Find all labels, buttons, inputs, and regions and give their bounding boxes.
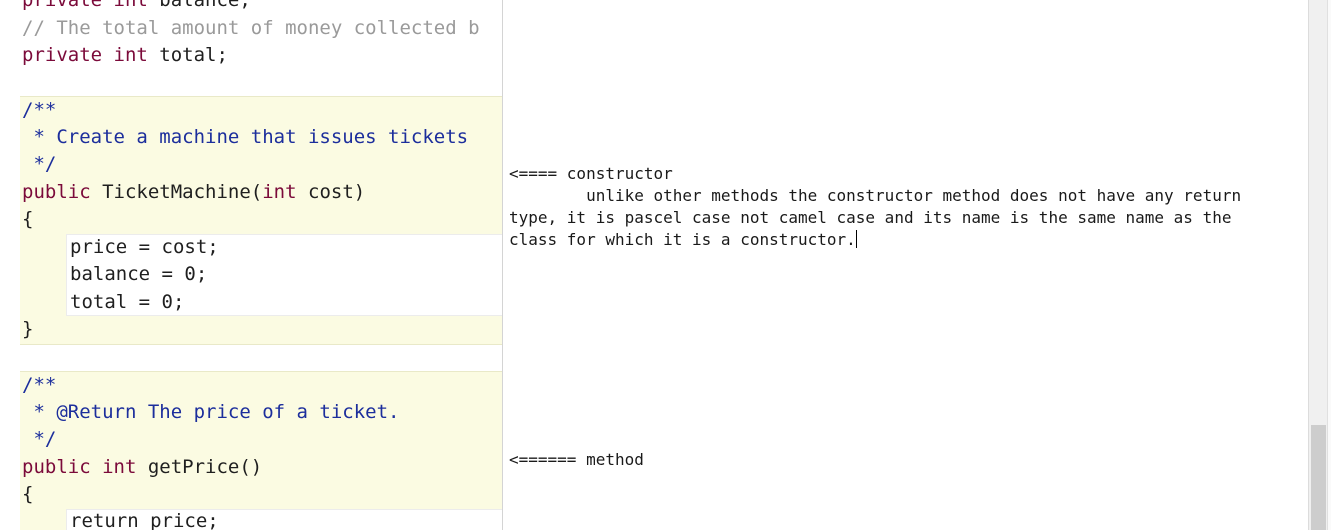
code-text: TicketMachine( — [90, 181, 263, 203]
getprice-scope-highlight — [20, 371, 503, 530]
javadoc-getprice-description[interactable]: * @Return The price of a ticket. — [22, 399, 399, 426]
explanation-line-2: type, it is pascel case not camel case a… — [509, 208, 1232, 227]
code-line-total-field[interactable]: private int total; — [22, 42, 228, 69]
vertical-scrollbar[interactable] — [1308, 0, 1328, 530]
javadoc-open[interactable]: /** — [22, 372, 56, 399]
window-edge — [1327, 0, 1331, 530]
statement-price[interactable]: price = cost; — [70, 234, 219, 261]
javadoc-open[interactable]: /** — [22, 97, 56, 124]
code-text: cost) — [296, 181, 366, 203]
statement-return[interactable]: return price; — [70, 508, 219, 530]
keyword-private-int: private int — [22, 44, 148, 66]
scrollbar-thumb[interactable] — [1311, 425, 1326, 530]
code-line-balance[interactable]: private int balance; — [22, 0, 251, 14]
code-line-comment[interactable]: // The total amount of money collected b — [22, 15, 480, 42]
getprice-signature[interactable]: public int getPrice() — [22, 454, 262, 481]
javadoc-constructor-description[interactable]: * Create a machine that issues tickets — [22, 124, 468, 151]
close-brace[interactable]: } — [22, 316, 33, 343]
code-text: balance; — [147, 0, 251, 11]
keyword-public-int: public int — [22, 456, 137, 478]
constructor-arrow-note: <==== constructor — [509, 164, 673, 183]
method-arrow-note: <====== method — [509, 450, 644, 469]
javadoc-close[interactable]: */ — [22, 151, 56, 178]
explanation-line-3: class for which it is a constructor. — [509, 229, 857, 251]
keyword-private-int: private int — [22, 0, 148, 11]
code-text: total; — [147, 44, 228, 66]
keyword-int: int — [262, 181, 297, 203]
statement-total[interactable]: total = 0; — [70, 289, 184, 316]
text-caret — [855, 230, 857, 248]
open-brace[interactable]: { — [22, 481, 33, 508]
javadoc-close[interactable]: */ — [22, 426, 56, 453]
explanation-text: class for which it is a constructor. — [509, 230, 856, 249]
statement-balance[interactable]: balance = 0; — [70, 261, 207, 288]
explanation-line-1: unlike other methods the constructor met… — [509, 186, 1242, 205]
open-brace[interactable]: { — [22, 206, 33, 233]
code-editor[interactable]: private int balance; // The total amount… — [0, 0, 503, 530]
constructor-signature[interactable]: public TicketMachine(int cost) — [22, 179, 365, 206]
keyword-public: public — [22, 181, 91, 203]
notes-text-area[interactable]: <==== constructor unlike other methods t… — [502, 0, 1309, 530]
code-text: getPrice() — [136, 456, 263, 478]
